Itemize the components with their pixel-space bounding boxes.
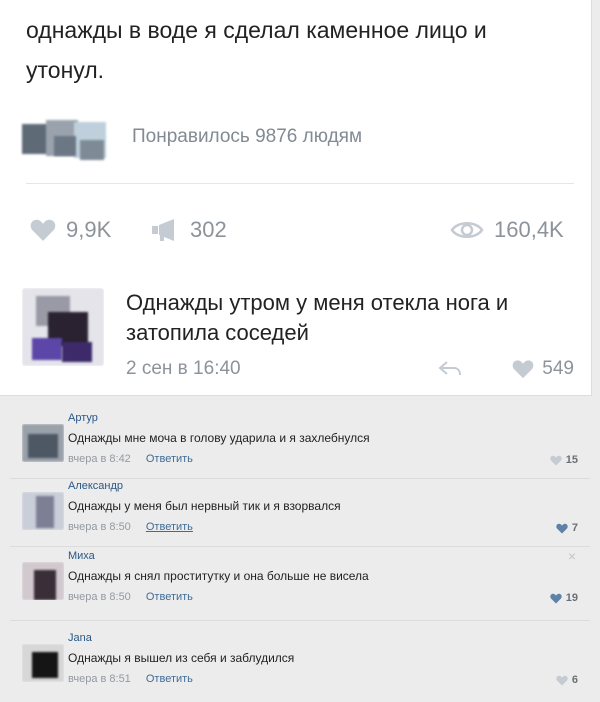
comment-likes-count: 7 bbox=[571, 522, 578, 534]
avatar[interactable] bbox=[22, 492, 64, 530]
reply-date[interactable]: 2 сен в 16:40 bbox=[126, 358, 241, 380]
comment-time[interactable]: вчера в 8:50 bbox=[68, 591, 131, 603]
comment-meta: вчера в 8:50 Ответить bbox=[68, 521, 193, 533]
comment-item: Jana Однажды я вышел из себя и заблудилс… bbox=[10, 630, 590, 702]
eye-icon bbox=[450, 222, 484, 238]
heart-icon bbox=[556, 675, 568, 685]
megaphone-icon bbox=[152, 219, 174, 241]
comment-text: Однажды я снял проститутку и она больше … bbox=[68, 569, 369, 583]
comment-text: Однажды у меня был нервный тик и я взорв… bbox=[68, 499, 341, 513]
heart-icon bbox=[550, 455, 562, 465]
divider bbox=[10, 546, 590, 547]
avatar bbox=[54, 136, 76, 156]
heart-icon[interactable] bbox=[512, 359, 534, 379]
repost-button[interactable]: 302 bbox=[150, 212, 227, 248]
avatar[interactable] bbox=[22, 644, 64, 682]
comment-text: Однажды мне моча в голову ударила и я за… bbox=[68, 431, 370, 445]
heart-icon bbox=[30, 219, 56, 241]
heart-icon bbox=[556, 523, 568, 533]
reply-text: Однажды утром у меня отекла нога и затоп… bbox=[126, 290, 509, 345]
reply-button[interactable]: Ответить bbox=[146, 591, 193, 603]
comment-text: Однажды я вышел из себя и заблудился bbox=[68, 651, 295, 665]
comment-item: Александр Однажды у меня был нервный тик… bbox=[10, 478, 590, 552]
comment-like-button[interactable]: 19 bbox=[550, 592, 578, 604]
avatar[interactable] bbox=[22, 288, 104, 366]
likes-summary-row[interactable]: Понравилось 9876 людям bbox=[22, 114, 442, 160]
post-card: однажды в воде я сделал каменное лицо и … bbox=[0, 0, 592, 396]
post-stats: 9,9K 302 160,4K bbox=[22, 212, 582, 248]
views-count: 160,4K bbox=[494, 217, 564, 242]
reply-button[interactable]: Ответить bbox=[146, 453, 193, 465]
comment-time[interactable]: вчера в 8:51 bbox=[68, 673, 131, 685]
comment-likes-count: 19 bbox=[565, 592, 578, 604]
comment-author[interactable]: Миха bbox=[68, 550, 95, 562]
reply-actions: 549 bbox=[438, 358, 574, 380]
comment-time[interactable]: вчера в 8:42 bbox=[68, 453, 131, 465]
comment-time[interactable]: вчера в 8:50 bbox=[68, 521, 131, 533]
share-arrow-icon[interactable] bbox=[438, 360, 462, 378]
comment-like-button[interactable]: 15 bbox=[550, 454, 578, 466]
comment-author[interactable]: Александр bbox=[68, 480, 123, 492]
close-icon[interactable]: × bbox=[568, 548, 576, 564]
divider bbox=[10, 620, 590, 621]
comment-meta: вчера в 8:50 Ответить bbox=[68, 591, 193, 603]
heart-icon bbox=[550, 593, 562, 603]
liker-avatars[interactable] bbox=[22, 114, 112, 160]
reposts-count: 302 bbox=[190, 217, 227, 242]
post-text: однажды в воде я сделал каменное лицо и … bbox=[26, 17, 487, 83]
comment-meta: вчера в 8:42 Ответить bbox=[68, 453, 193, 465]
avatar[interactable] bbox=[22, 562, 64, 600]
comment-like-button[interactable]: 6 bbox=[556, 674, 578, 686]
embedded-reply: Однажды утром у меня отекла нога и затоп… bbox=[22, 288, 582, 388]
comment-item: Миха × Однажды я снял проститутку и она … bbox=[10, 548, 590, 622]
reply-likes-count: 549 bbox=[542, 358, 574, 379]
likes-count: 9,9K bbox=[66, 217, 112, 242]
reply-button[interactable]: Ответить bbox=[146, 521, 193, 533]
views-indicator: 160,4K bbox=[450, 212, 564, 248]
comment-meta: вчера в 8:51 Ответить bbox=[68, 673, 193, 685]
likes-summary-text[interactable]: Понравилось 9876 людям bbox=[132, 126, 362, 148]
divider bbox=[26, 183, 574, 184]
avatar bbox=[80, 140, 104, 160]
like-button[interactable]: 9,9K bbox=[30, 212, 111, 248]
comment-likes-count: 15 bbox=[565, 454, 578, 466]
reply-button[interactable]: Ответить bbox=[146, 673, 193, 685]
comment-like-button[interactable]: 7 bbox=[556, 522, 578, 534]
comment-author[interactable]: Jana bbox=[68, 632, 92, 644]
comment-author[interactable]: Артур bbox=[68, 412, 98, 424]
avatar[interactable] bbox=[22, 424, 64, 462]
comment-likes-count: 6 bbox=[571, 674, 578, 686]
comment-item: Артур Однажды мне моча в голову ударила … bbox=[10, 410, 590, 484]
